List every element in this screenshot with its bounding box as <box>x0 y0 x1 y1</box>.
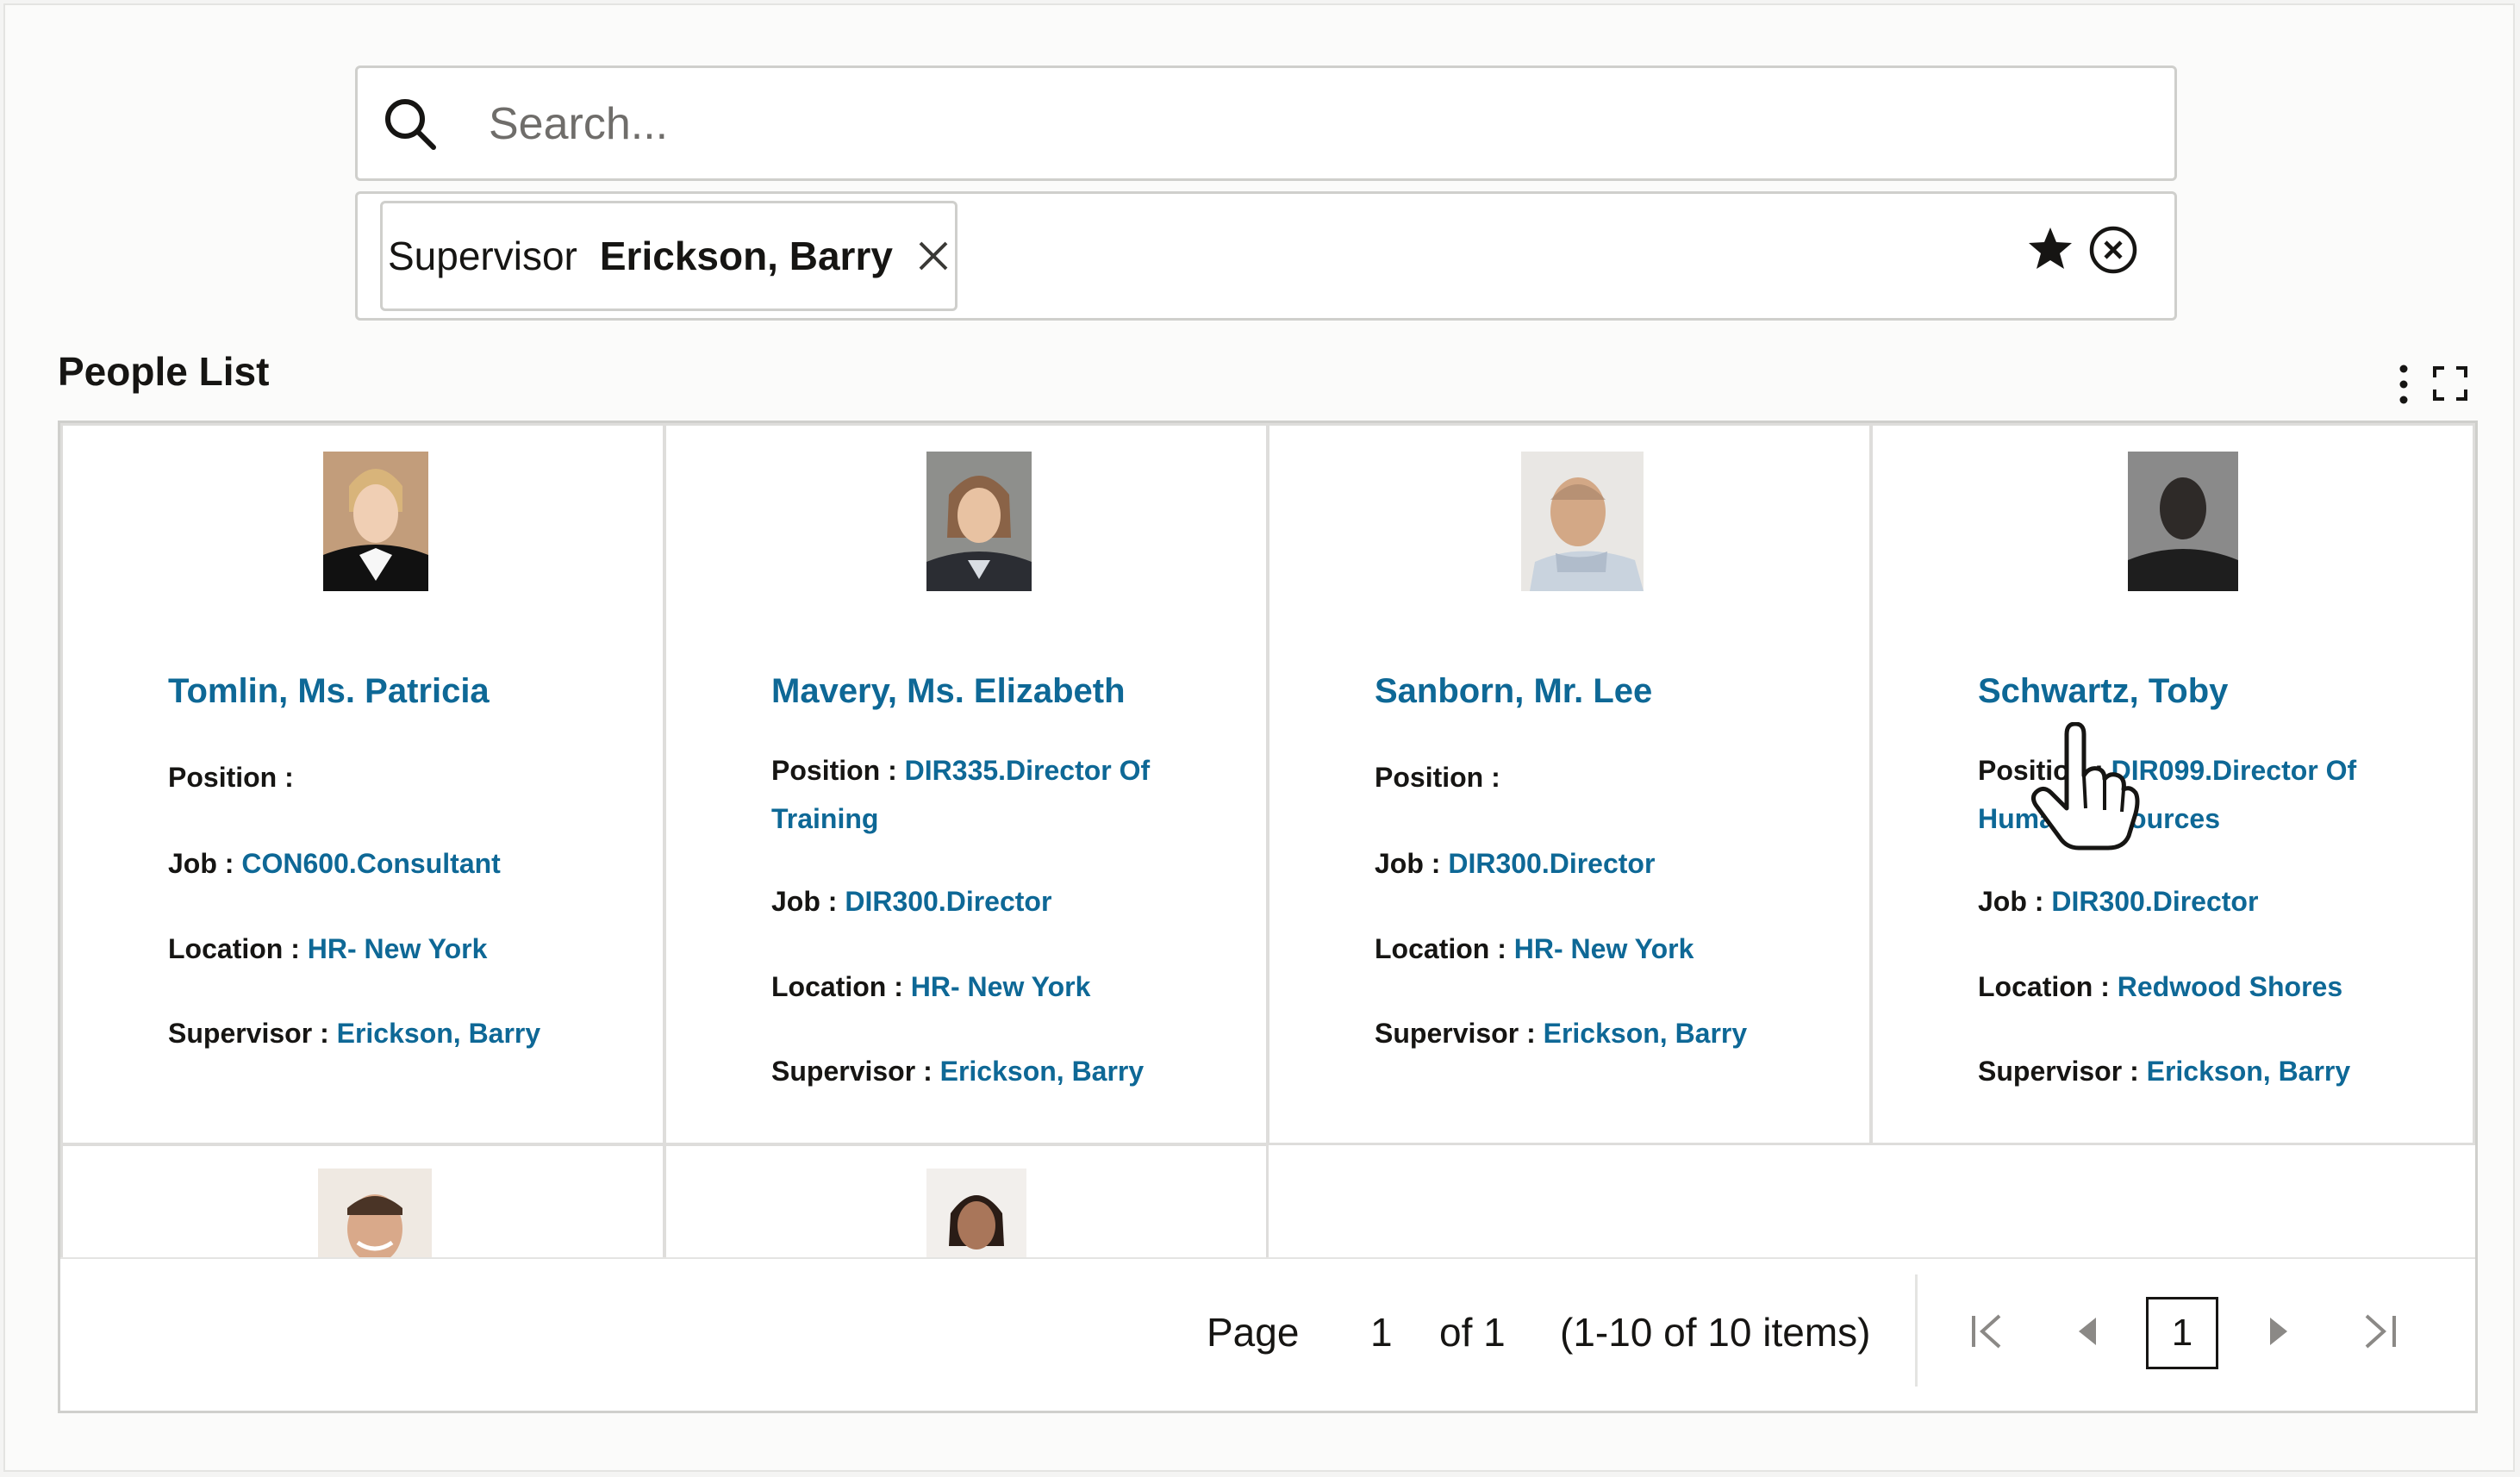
pagination-bar: Page 1 of 1 (1-10 of 10 items) 1 <box>60 1257 2475 1411</box>
more-vertical-icon[interactable] <box>2392 362 2415 407</box>
filter-chip-value: Erickson, Barry <box>599 234 893 278</box>
position-label: Position : <box>771 755 897 786</box>
person-photo <box>926 452 1032 591</box>
person-card[interactable]: Sanborn, Mr. Lee Position : Job : DIR300… <box>1267 423 1872 1145</box>
supervisor-value-link[interactable]: Erickson, Barry <box>2147 1056 2351 1087</box>
location-label: Location : <box>771 971 903 1002</box>
supervisor-value-link[interactable]: Erickson, Barry <box>940 1056 1145 1087</box>
search-icon <box>385 99 436 150</box>
person-location: Location : HR- New York <box>771 963 1288 1011</box>
page-of-total: of 1 <box>1439 1310 1506 1355</box>
expand-icon[interactable] <box>2432 365 2468 402</box>
close-icon[interactable] <box>915 238 951 274</box>
supervisor-label: Supervisor : <box>771 1056 933 1087</box>
filter-chip-supervisor[interactable]: Supervisor Erickson, Barry <box>380 201 957 311</box>
star-icon[interactable] <box>2026 225 2074 273</box>
person-name-link[interactable]: Sanborn, Mr. Lee <box>1375 672 1652 711</box>
location-label: Location : <box>168 933 300 964</box>
supervisor-label: Supervisor : <box>168 1018 329 1049</box>
person-card[interactable]: Mavery, Ms. Elizabeth Position : DIR335.… <box>664 423 1269 1145</box>
person-position: Position : <box>1375 753 1892 801</box>
supervisor-label: Supervisor : <box>1978 1056 2139 1087</box>
job-value-link[interactable]: CON600.Consultant <box>241 848 500 879</box>
person-job: Job : DIR300.Director <box>771 877 1288 925</box>
location-value-link[interactable]: HR- New York <box>1514 933 1694 964</box>
person-location: Location : HR- New York <box>1375 925 1892 973</box>
first-page-icon[interactable] <box>1967 1311 2008 1352</box>
position-label: Position : <box>1375 762 1500 793</box>
job-value-link[interactable]: DIR300.Director <box>2051 886 2258 917</box>
person-supervisor: Supervisor : Erickson, Barry <box>1978 1047 2475 1095</box>
filter-bar: Supervisor Erickson, Barry <box>355 191 2177 321</box>
location-label: Location : <box>1375 933 1506 964</box>
people-list: Tomlin, Ms. Patricia Position : Job : CO… <box>58 421 2478 1413</box>
previous-page-icon[interactable] <box>2068 1311 2110 1352</box>
location-value-link[interactable]: Redwood Shores <box>2118 971 2342 1002</box>
location-value-link[interactable]: HR- New York <box>308 933 488 964</box>
person-card[interactable]: Schwartz, Toby Position : DIR099.Directo… <box>1870 423 2475 1145</box>
supervisor-label: Supervisor : <box>1375 1018 1536 1049</box>
location-value-link[interactable]: HR- New York <box>911 971 1091 1002</box>
hand-cursor-icon <box>2030 722 2140 851</box>
person-name-link[interactable]: Schwartz, Toby <box>1978 672 2228 711</box>
person-photo <box>323 452 428 591</box>
person-supervisor: Supervisor : Erickson, Barry <box>1375 1009 1892 1057</box>
person-photo <box>2128 452 2238 591</box>
search-input[interactable] <box>487 84 2128 165</box>
current-page-button[interactable]: 1 <box>2146 1297 2218 1369</box>
person-name-link[interactable]: Tomlin, Ms. Patricia <box>168 672 490 711</box>
position-label: Position : <box>168 762 294 793</box>
supervisor-value-link[interactable]: Erickson, Barry <box>1544 1018 1748 1049</box>
last-page-icon[interactable] <box>2360 1311 2401 1352</box>
person-location: Location : HR- New York <box>168 925 685 973</box>
person-job: Job : DIR300.Director <box>1375 839 1892 888</box>
person-supervisor: Supervisor : Erickson, Barry <box>771 1047 1288 1095</box>
person-card[interactable]: Tomlin, Ms. Patricia Position : Job : CO… <box>60 423 665 1145</box>
people-list-title: People List <box>58 349 270 394</box>
pager-divider <box>1915 1274 1918 1387</box>
person-photo <box>1521 452 1644 591</box>
person-job: Job : CON600.Consultant <box>168 839 685 888</box>
person-supervisor: Supervisor : Erickson, Barry <box>168 1009 685 1057</box>
clear-circle-icon[interactable] <box>2088 225 2138 275</box>
supervisor-value-link[interactable]: Erickson, Barry <box>337 1018 541 1049</box>
search-box[interactable] <box>355 65 2177 181</box>
job-value-link[interactable]: DIR300.Director <box>845 886 1051 917</box>
filter-chip-label: Supervisor <box>388 234 577 278</box>
person-position: Position : <box>168 753 685 801</box>
person-location: Location : Redwood Shores <box>1978 963 2475 1011</box>
job-label: Job : <box>1978 886 2044 917</box>
person-name-link[interactable]: Mavery, Ms. Elizabeth <box>771 672 1126 711</box>
location-label: Location : <box>1978 971 2110 1002</box>
person-job: Job : DIR300.Director <box>1978 877 2475 925</box>
job-label: Job : <box>1375 848 1441 879</box>
page-number-value[interactable]: 1 <box>1370 1309 1393 1355</box>
next-page-icon[interactable] <box>2256 1311 2298 1352</box>
page-range-label: (1-10 of 10 items) <box>1560 1310 1871 1355</box>
job-label: Job : <box>168 848 234 879</box>
page-container: Supervisor Erickson, Barry People List <box>3 3 2515 1472</box>
page-label: Page <box>1207 1310 1300 1355</box>
person-position: Position : DIR335.Director Of Training <box>771 746 1202 843</box>
job-value-link[interactable]: DIR300.Director <box>1448 848 1655 879</box>
job-label: Job : <box>771 886 838 917</box>
